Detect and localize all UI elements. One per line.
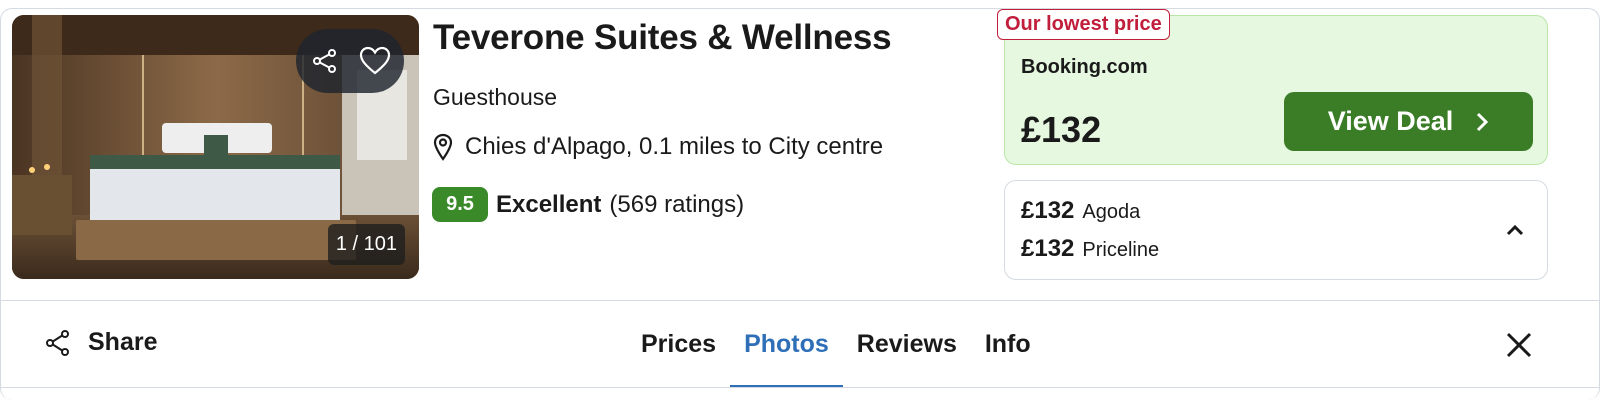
price-provider: Agoda <box>1082 201 1141 223</box>
chevron-right-icon <box>1477 112 1489 131</box>
score-badge: 9.5 <box>432 187 488 222</box>
location-text: Chies d'Alpago, 0.1 miles to City centre <box>465 133 884 160</box>
deal-provider: Booking.com <box>1021 56 1148 78</box>
accommodation-type: Guesthouse <box>433 84 558 110</box>
photo-counter: 1 / 101 <box>327 224 405 265</box>
map-pin-icon <box>433 133 453 161</box>
tab-info[interactable]: Info <box>971 300 1045 388</box>
rating[interactable]: 9.5 Excellent (569 ratings) <box>432 187 744 222</box>
rating-label: Excellent <box>496 190 602 218</box>
tab-reviews[interactable]: Reviews <box>843 300 971 388</box>
price-value: £132 <box>1021 197 1075 224</box>
share-button[interactable]: Share <box>44 328 157 357</box>
tab-photos[interactable]: Photos <box>730 300 843 388</box>
deal-price: £132 <box>1021 109 1102 150</box>
photo-actions <box>296 29 404 93</box>
price-row[interactable]: £132 Agoda <box>1021 197 1140 225</box>
hotel-name[interactable]: Teverone Suites & Wellness <box>433 18 892 58</box>
chevron-up-icon[interactable] <box>1503 219 1527 243</box>
lowest-price-badge: Our lowest price <box>997 9 1170 40</box>
location[interactable]: Chies d'Alpago, 0.1 miles to City centre <box>433 133 883 161</box>
heart-icon[interactable] <box>359 45 391 77</box>
price-value: £132 <box>1021 235 1075 262</box>
rating-count: (569 ratings) <box>609 190 745 218</box>
hotel-photo[interactable]: 1 / 101 <box>12 15 419 279</box>
view-deal-label: View Deal <box>1327 106 1454 136</box>
view-deal-button[interactable]: View Deal <box>1284 92 1533 151</box>
tab-prices[interactable]: Prices <box>627 300 730 388</box>
other-prices-box[interactable]: £132 Agoda £132 Priceline <box>1004 180 1548 280</box>
bottom-border <box>0 387 1600 388</box>
share-icon <box>46 329 69 356</box>
price-provider: Priceline <box>1082 239 1160 261</box>
close-icon[interactable] <box>1504 330 1534 360</box>
detail-tabs: Prices Photos Reviews Info <box>627 300 1045 388</box>
share-icon[interactable] <box>309 45 341 77</box>
price-row[interactable]: £132 Priceline <box>1021 235 1159 263</box>
share-label: Share <box>88 328 158 356</box>
